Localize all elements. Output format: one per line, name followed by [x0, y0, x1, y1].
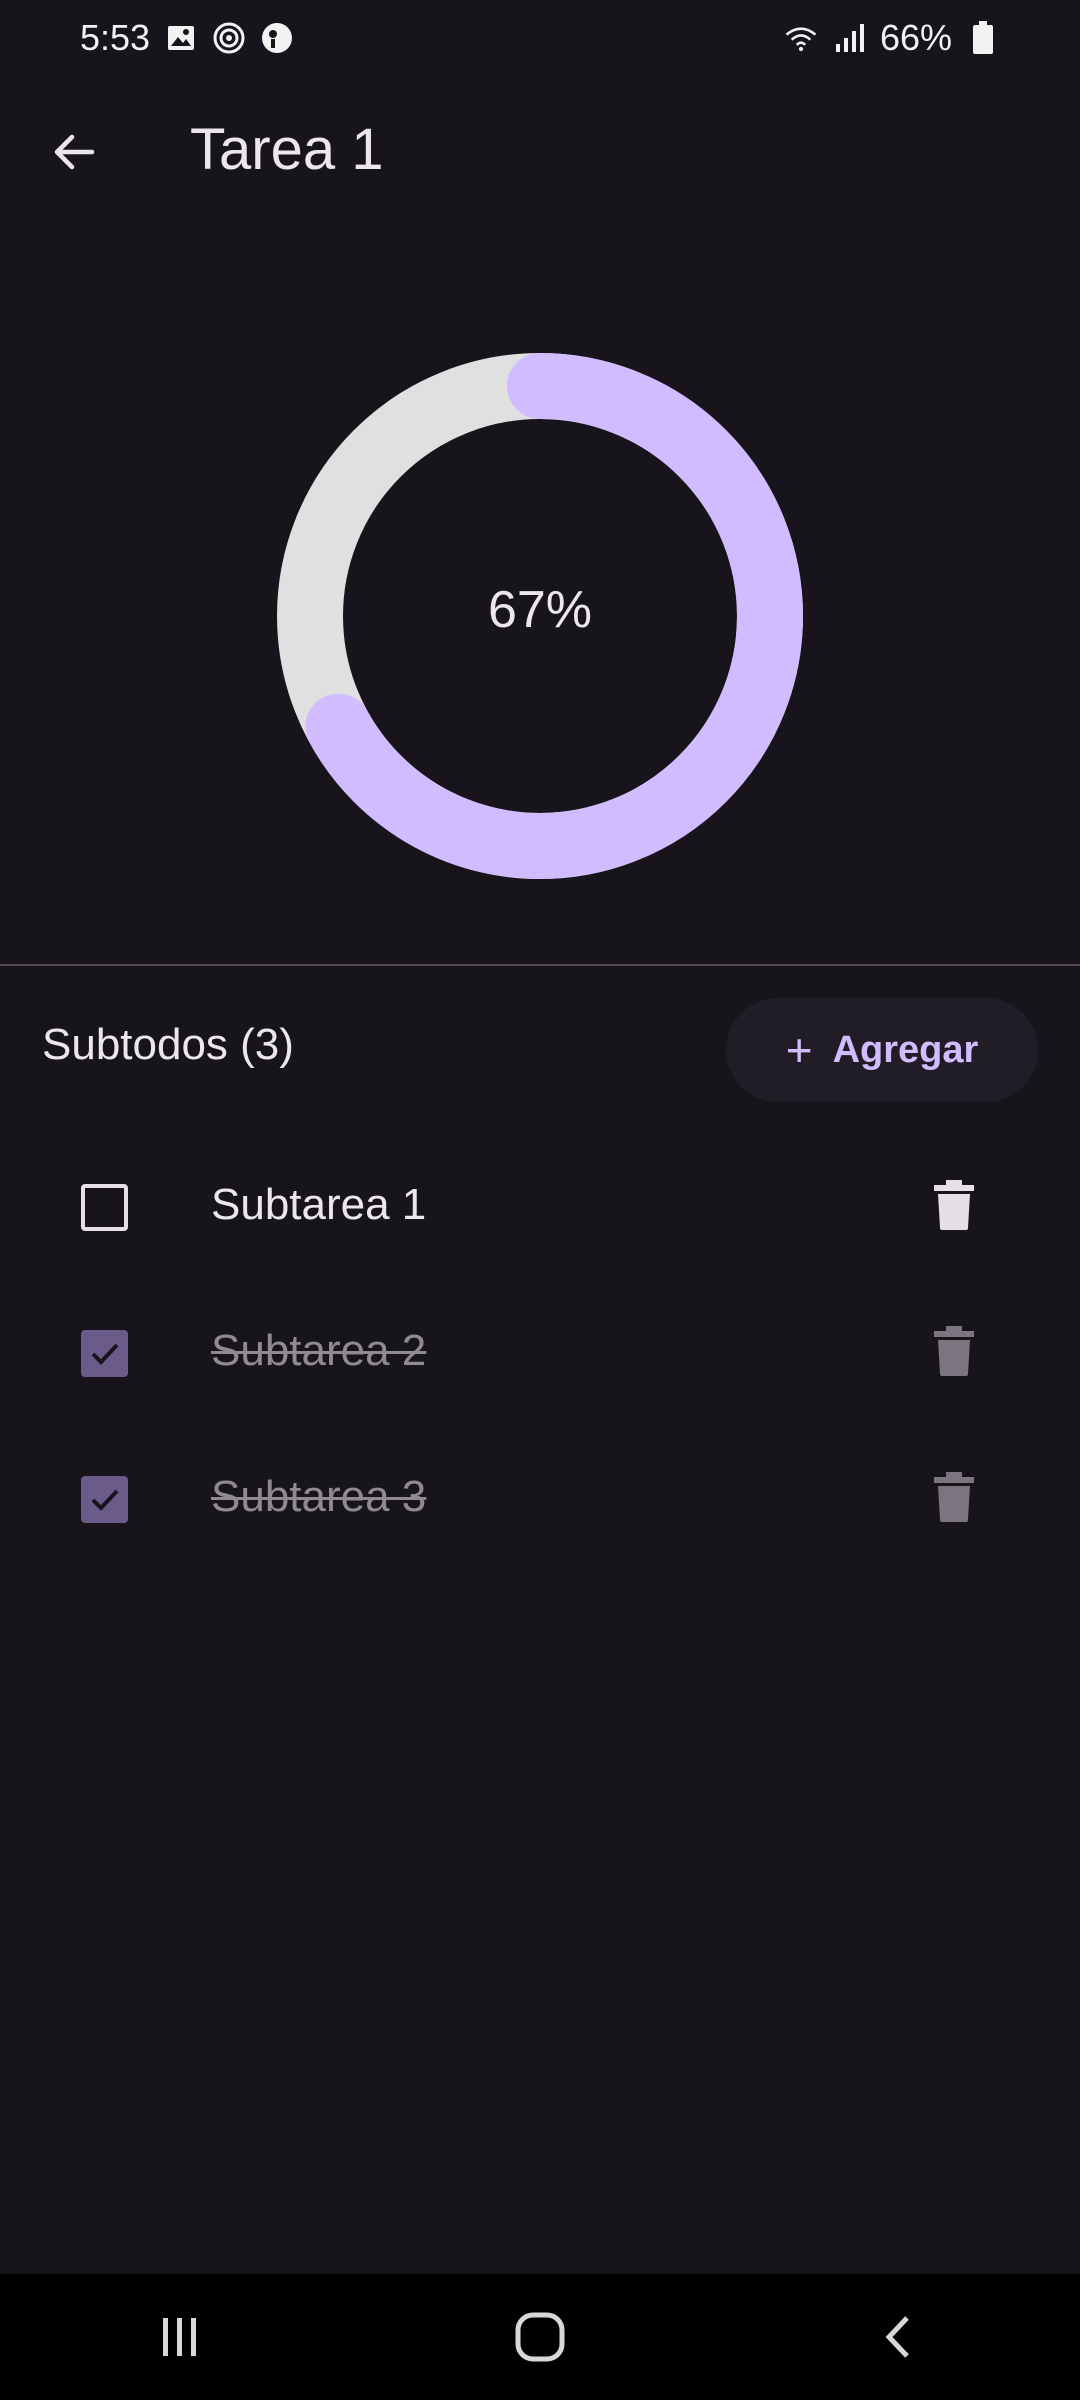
subtodo-checkbox[interactable] [81, 1184, 128, 1231]
target-icon [212, 21, 246, 55]
subtodo-row: Subtarea 2 [0, 1280, 1080, 1426]
delete-icon[interactable] [934, 1472, 974, 1522]
subtodo-checkbox[interactable] [81, 1330, 128, 1377]
divider [0, 964, 1080, 966]
delete-icon[interactable] [934, 1180, 974, 1230]
subtodo-label: Subtarea 1 [211, 1180, 427, 1229]
top-app-bar: Tarea 1 [0, 100, 1080, 200]
add-subtodo-button[interactable]: + Agregar [726, 998, 1038, 1102]
status-right: 66% [784, 17, 1000, 59]
subtodos-header: Subtodos (3) [42, 1020, 294, 1069]
check-icon [91, 1343, 118, 1365]
battery-percent: 66% [879, 17, 952, 58]
recents-button[interactable] [120, 2287, 240, 2387]
app-icon [260, 21, 294, 55]
recents-icon [163, 2318, 196, 2356]
add-button-label: Agregar [832, 1028, 979, 1071]
wifi-icon [784, 21, 818, 55]
battery-icon [966, 21, 1000, 55]
delete-icon[interactable] [934, 1326, 974, 1376]
arrow-left-icon [54, 134, 95, 170]
subtodo-label: Subtarea 3 [211, 1472, 427, 1521]
home-icon [515, 2312, 565, 2362]
page-title: Tarea 1 [190, 117, 384, 182]
subtodo-checkbox[interactable] [81, 1476, 128, 1523]
subtodo-row: Subtarea 1 [0, 1134, 1080, 1280]
plus-icon: + [785, 1024, 813, 1076]
back-button[interactable] [36, 114, 112, 190]
back-icon [885, 2316, 909, 2358]
status-bar: 5:53 66% [0, 0, 1080, 76]
image-icon [164, 21, 198, 55]
status-time: 5:53 [80, 17, 151, 58]
subtodo-label: Subtarea 2 [211, 1326, 427, 1375]
system-nav-bar [0, 2274, 1080, 2400]
status-left: 5:53 [80, 17, 294, 59]
signal-icon [832, 21, 866, 55]
subtodo-row: Subtarea 3 [0, 1426, 1080, 1572]
check-icon [91, 1489, 118, 1511]
progress-percent: 67% [487, 581, 593, 639]
home-button[interactable] [480, 2287, 600, 2387]
system-back-button[interactable] [840, 2287, 960, 2387]
